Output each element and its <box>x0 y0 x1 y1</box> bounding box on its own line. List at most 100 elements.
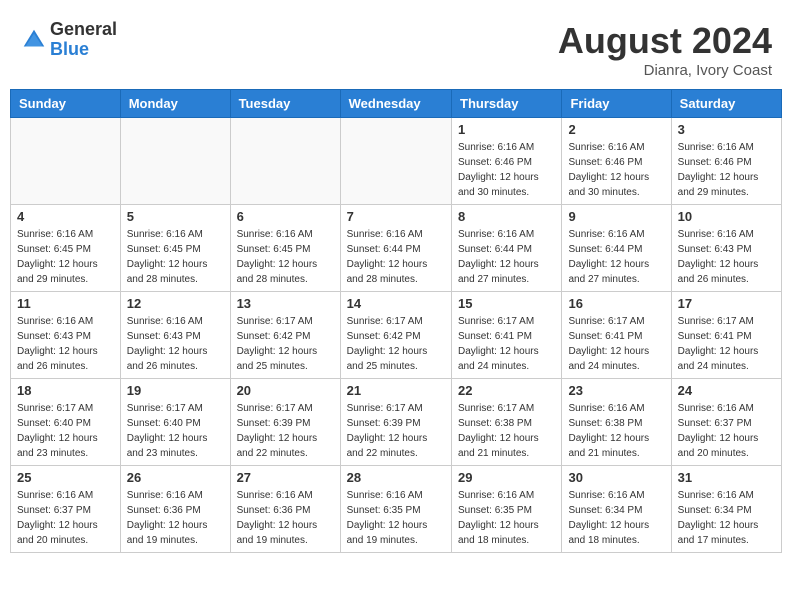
calendar-cell: 16Sunrise: 6:17 AM Sunset: 6:41 PM Dayli… <box>562 292 671 379</box>
calendar-cell: 17 Sunrise: 6:17 AM Sunset: 6:41 PM Dayli… <box>671 292 781 379</box>
day-header-wednesday: Wednesday <box>340 90 451 118</box>
day-number: 10 <box>678 209 775 224</box>
day-info: Sunrise: 6:16 AM Sunset: 6:43 PM Dayligh… <box>127 314 224 374</box>
calendar-cell: 24Sunrise: 6:16 AM Sunset: 6:37 PM Dayli… <box>671 379 781 466</box>
calendar-cell: 4 Sunrise: 6:16 AM Sunset: 6:45 PM Daylig… <box>11 205 121 292</box>
day-info: Sunrise: 6:16 AM Sunset: 6:43 PM Dayligh… <box>678 227 775 287</box>
day-number: 6 <box>237 209 334 224</box>
day-number: 11 <box>17 296 114 311</box>
day-number: 4 <box>17 209 114 224</box>
day-info: Sunrise: 6:16 AM Sunset: 6:46 PM Dayligh… <box>568 140 664 200</box>
day-info: Sunrise: 6:17 AM Sunset: 6:42 PM Dayligh… <box>237 314 334 374</box>
calendar-cell: 6 Sunrise: 6:16 AM Sunset: 6:45 PM Daylig… <box>230 205 340 292</box>
day-number: 24 <box>678 383 775 398</box>
day-number: 13 <box>237 296 334 311</box>
calendar-cell: 2 Sunrise: 6:16 AM Sunset: 6:46 PM Daylig… <box>562 118 671 205</box>
day-info: Sunrise: 6:17 AM Sunset: 6:41 PM Dayligh… <box>458 314 555 374</box>
location-subtitle: Dianra, Ivory Coast <box>558 62 772 79</box>
day-info: Sunrise: 6:17 AM Sunset: 6:38 PM Dayligh… <box>458 401 555 461</box>
calendar-cell: 21Sunrise: 6:17 AM Sunset: 6:39 PM Dayli… <box>340 379 451 466</box>
calendar-table: SundayMondayTuesdayWednesdayThursdayFrid… <box>10 89 782 553</box>
day-info: Sunrise: 6:17 AM Sunset: 6:41 PM Dayligh… <box>678 314 775 374</box>
logo-icon <box>20 26 48 54</box>
calendar-cell: 7 Sunrise: 6:16 AM Sunset: 6:44 PM Daylig… <box>340 205 451 292</box>
day-number: 16 <box>568 296 664 311</box>
calendar-cell: 18 Sunrise: 6:17 AM Sunset: 6:40 PM Dayli… <box>11 379 121 466</box>
calendar-cell: 19 Sunrise: 6:17 AM Sunset: 6:40 PM Dayli… <box>120 379 230 466</box>
day-number: 5 <box>127 209 224 224</box>
day-number: 21 <box>347 383 445 398</box>
day-info: Sunrise: 6:17 AM Sunset: 6:42 PM Dayligh… <box>347 314 445 374</box>
day-info: Sunrise: 6:16 AM Sunset: 6:44 PM Dayligh… <box>568 227 664 287</box>
day-info: Sunrise: 6:17 AM Sunset: 6:40 PM Dayligh… <box>127 401 224 461</box>
day-header-saturday: Saturday <box>671 90 781 118</box>
day-info: Sunrise: 6:16 AM Sunset: 6:45 PM Dayligh… <box>17 227 114 287</box>
day-number: 7 <box>347 209 445 224</box>
day-info: Sunrise: 6:16 AM Sunset: 6:46 PM Dayligh… <box>458 140 555 200</box>
calendar-cell: 25 Sunrise: 6:16 AM Sunset: 6:37 PM Dayli… <box>11 466 121 553</box>
day-header-thursday: Thursday <box>452 90 562 118</box>
calendar-week-2: 4 Sunrise: 6:16 AM Sunset: 6:45 PM Daylig… <box>11 205 782 292</box>
day-info: Sunrise: 6:16 AM Sunset: 6:46 PM Dayligh… <box>678 140 775 200</box>
header: General Blue August 2024 Dianra, Ivory C… <box>10 10 782 84</box>
calendar-cell: 10 Sunrise: 6:16 AM Sunset: 6:43 PM Dayli… <box>671 205 781 292</box>
calendar-cell: 1Sunrise: 6:16 AM Sunset: 6:46 PM Daylig… <box>452 118 562 205</box>
calendar-cell: 3 Sunrise: 6:16 AM Sunset: 6:46 PM Daylig… <box>671 118 781 205</box>
calendar-week-3: 11 Sunrise: 6:16 AM Sunset: 6:43 PM Dayli… <box>11 292 782 379</box>
day-number: 17 <box>678 296 775 311</box>
day-info: Sunrise: 6:16 AM Sunset: 6:36 PM Dayligh… <box>237 488 334 548</box>
calendar-cell: 14Sunrise: 6:17 AM Sunset: 6:42 PM Dayli… <box>340 292 451 379</box>
day-info: Sunrise: 6:16 AM Sunset: 6:37 PM Dayligh… <box>17 488 114 548</box>
day-number: 8 <box>458 209 555 224</box>
day-header-friday: Friday <box>562 90 671 118</box>
day-number: 20 <box>237 383 334 398</box>
calendar-cell: 13 Sunrise: 6:17 AM Sunset: 6:42 PM Dayli… <box>230 292 340 379</box>
day-number: 31 <box>678 470 775 485</box>
day-number: 30 <box>568 470 664 485</box>
logo-general-text: General <box>50 20 117 40</box>
day-number: 29 <box>458 470 555 485</box>
day-info: Sunrise: 6:16 AM Sunset: 6:44 PM Dayligh… <box>347 227 445 287</box>
day-number: 22 <box>458 383 555 398</box>
calendar-cell: 30 Sunrise: 6:16 AM Sunset: 6:34 PM Dayli… <box>562 466 671 553</box>
day-info: Sunrise: 6:16 AM Sunset: 6:45 PM Dayligh… <box>237 227 334 287</box>
day-number: 25 <box>17 470 114 485</box>
day-number: 2 <box>568 122 664 137</box>
calendar-cell <box>11 118 121 205</box>
calendar-cell: 27 Sunrise: 6:16 AM Sunset: 6:36 PM Dayli… <box>230 466 340 553</box>
day-info: Sunrise: 6:17 AM Sunset: 6:40 PM Dayligh… <box>17 401 114 461</box>
day-header-tuesday: Tuesday <box>230 90 340 118</box>
calendar-cell: 26Sunrise: 6:16 AM Sunset: 6:36 PM Dayli… <box>120 466 230 553</box>
calendar-cell: 28 Sunrise: 6:16 AM Sunset: 6:35 PM Dayli… <box>340 466 451 553</box>
calendar-cell: 23 Sunrise: 6:16 AM Sunset: 6:38 PM Dayli… <box>562 379 671 466</box>
day-number: 18 <box>17 383 114 398</box>
calendar-cell <box>340 118 451 205</box>
day-number: 9 <box>568 209 664 224</box>
calendar-cell: 31Sunrise: 6:16 AM Sunset: 6:34 PM Dayli… <box>671 466 781 553</box>
calendar-cell: 29Sunrise: 6:16 AM Sunset: 6:35 PM Dayli… <box>452 466 562 553</box>
day-info: Sunrise: 6:16 AM Sunset: 6:45 PM Dayligh… <box>127 227 224 287</box>
calendar-cell: 11 Sunrise: 6:16 AM Sunset: 6:43 PM Dayli… <box>11 292 121 379</box>
calendar-week-1: 1Sunrise: 6:16 AM Sunset: 6:46 PM Daylig… <box>11 118 782 205</box>
day-info: Sunrise: 6:16 AM Sunset: 6:36 PM Dayligh… <box>127 488 224 548</box>
days-header-row: SundayMondayTuesdayWednesdayThursdayFrid… <box>11 90 782 118</box>
day-number: 28 <box>347 470 445 485</box>
calendar-cell: 15Sunrise: 6:17 AM Sunset: 6:41 PM Dayli… <box>452 292 562 379</box>
logo: General Blue <box>20 20 117 60</box>
day-info: Sunrise: 6:16 AM Sunset: 6:35 PM Dayligh… <box>347 488 445 548</box>
day-number: 27 <box>237 470 334 485</box>
day-number: 23 <box>568 383 664 398</box>
calendar-cell: 8Sunrise: 6:16 AM Sunset: 6:44 PM Daylig… <box>452 205 562 292</box>
day-info: Sunrise: 6:16 AM Sunset: 6:38 PM Dayligh… <box>568 401 664 461</box>
calendar-cell: 20Sunrise: 6:17 AM Sunset: 6:39 PM Dayli… <box>230 379 340 466</box>
day-number: 12 <box>127 296 224 311</box>
calendar-week-4: 18 Sunrise: 6:17 AM Sunset: 6:40 PM Dayli… <box>11 379 782 466</box>
day-header-monday: Monday <box>120 90 230 118</box>
day-info: Sunrise: 6:16 AM Sunset: 6:43 PM Dayligh… <box>17 314 114 374</box>
calendar-cell <box>120 118 230 205</box>
day-header-sunday: Sunday <box>11 90 121 118</box>
day-info: Sunrise: 6:16 AM Sunset: 6:34 PM Dayligh… <box>568 488 664 548</box>
day-number: 3 <box>678 122 775 137</box>
day-number: 19 <box>127 383 224 398</box>
calendar-cell: 12 Sunrise: 6:16 AM Sunset: 6:43 PM Dayli… <box>120 292 230 379</box>
